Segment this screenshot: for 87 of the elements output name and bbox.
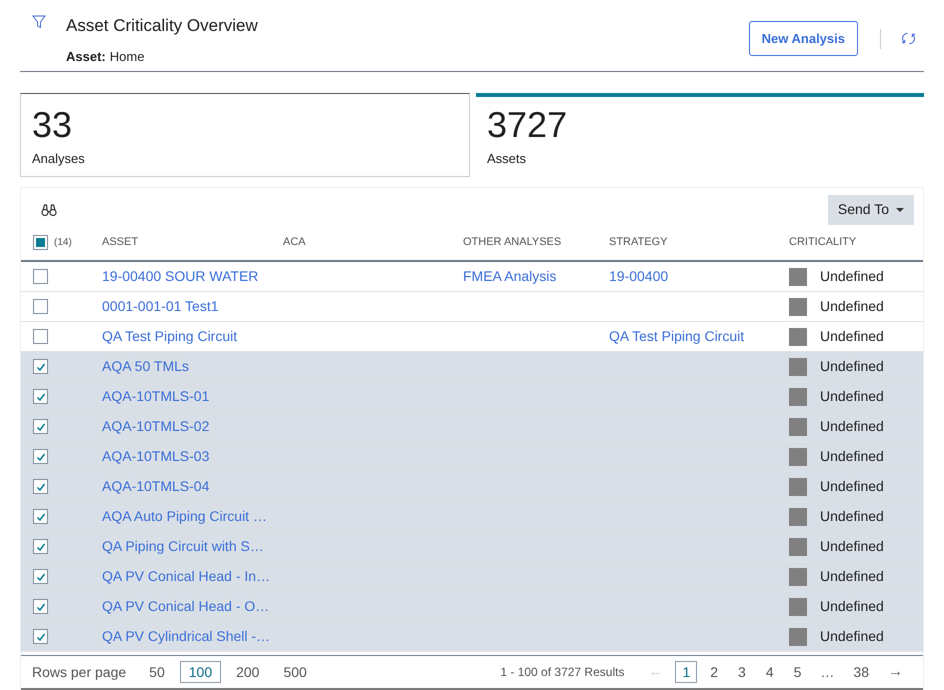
checkmark-icon [36, 392, 46, 402]
card-label: Assets [487, 150, 526, 168]
rows-per-page-label: Rows per page [32, 662, 126, 682]
page-button[interactable]: 3 [731, 661, 753, 683]
checkmark-icon [36, 602, 46, 612]
caret-icon [896, 208, 904, 212]
asset-label: Asset: [66, 48, 106, 66]
criticality-value: Undefined [820, 267, 884, 286]
checkbox[interactable] [33, 509, 48, 524]
column-header[interactable]: ASSET [102, 236, 138, 248]
checkmark-icon [36, 422, 46, 432]
binoculars-icon[interactable] [41, 204, 57, 216]
new-analysis-button[interactable]: New Analysis [748, 21, 858, 56]
criticality-value: Undefined [820, 327, 884, 346]
asset-link[interactable]: QA PV Cylindrical Shell -… [102, 628, 270, 644]
asset-link[interactable]: QA Piping Circuit with S… [102, 538, 264, 554]
criticality-value: Undefined [820, 417, 884, 436]
page-button[interactable]: 2 [703, 661, 726, 683]
strategy-link[interactable]: 19-00400 [609, 268, 668, 284]
card-count: 33 [32, 103, 74, 147]
asset-link[interactable]: 0001-001-01 Test1 [102, 298, 218, 314]
filter-icon[interactable] [32, 15, 46, 29]
asset-link[interactable]: QA PV Conical Head - In… [102, 568, 270, 584]
asset-link[interactable]: AQA-10TMLS-01 [102, 388, 210, 404]
results-count: 1 - 100 of 3727 Results [500, 664, 624, 681]
card-label: Analyses [32, 150, 85, 168]
card-count: 3727 [487, 103, 568, 147]
asset-link[interactable]: AQA-10TMLS-02 [102, 418, 210, 434]
criticality-value: Undefined [820, 567, 884, 586]
criticality-value: Undefined [820, 477, 884, 496]
page-button[interactable]: 38 [846, 661, 876, 683]
column-header[interactable]: CRITICALITY [789, 236, 856, 248]
page-button[interactable]: 1 [675, 661, 698, 683]
page-size-option[interactable]: 200 [227, 661, 268, 683]
asset-link[interactable]: AQA Auto Piping Circuit … [102, 508, 267, 524]
page-size-option[interactable]: 500 [274, 661, 316, 683]
criticality-value: Undefined [820, 387, 884, 406]
selected-count: (14) [54, 236, 72, 250]
criticality-value: Undefined [820, 597, 884, 616]
checkmark-icon [36, 632, 46, 642]
page-button[interactable]: 5 [786, 661, 808, 683]
checkbox[interactable] [33, 629, 48, 644]
checkbox[interactable] [33, 359, 48, 374]
checkbox[interactable] [33, 449, 48, 464]
checkbox[interactable] [33, 539, 48, 554]
criticality-value: Undefined [820, 297, 884, 316]
column-header[interactable]: OTHER ANALYSES [463, 236, 562, 248]
asset-value: Home [110, 48, 144, 66]
page-title: Asset Criticality Overview [66, 15, 258, 37]
checkbox[interactable] [33, 299, 48, 314]
column-header[interactable]: ACA [283, 236, 306, 248]
checkmark-icon [36, 572, 46, 582]
page-size-option[interactable]: 100 [180, 661, 222, 683]
asset-link[interactable]: AQA-10TMLS-04 [102, 478, 210, 494]
asset-link[interactable]: QA Test Piping Circuit [102, 328, 238, 344]
criticality-value: Undefined [820, 627, 884, 646]
page-size-option[interactable]: 50 [140, 661, 174, 683]
asset-link[interactable]: QA PV Conical Head - O… [102, 598, 270, 614]
checkbox[interactable] [33, 329, 48, 344]
checkbox[interactable] [33, 599, 48, 614]
checkmark-icon [36, 482, 46, 492]
page-ellipsis: … [819, 662, 836, 682]
criticality-value: Undefined [820, 537, 884, 556]
checkmark-icon [36, 512, 46, 522]
asset-link[interactable]: 19-00400 SOUR WATER [102, 268, 258, 284]
criticality-value: Undefined [820, 357, 884, 376]
criticality-value: Undefined [820, 447, 884, 466]
send-to-dropdown[interactable]: Send To [828, 194, 914, 224]
checkbox[interactable] [33, 479, 48, 494]
analysis-link[interactable]: FMEA Analysis [463, 268, 556, 284]
checkbox[interactable] [33, 269, 48, 284]
checkbox[interactable] [33, 419, 48, 434]
checkmark-icon [36, 362, 46, 372]
checkmark-icon [36, 452, 46, 462]
next-page-button[interactable]: → [882, 660, 909, 684]
asset-link[interactable]: AQA 50 TMLs [102, 358, 189, 374]
refresh-icon[interactable] [901, 31, 916, 46]
summary-card[interactable]: 33 Analyses [20, 93, 470, 177]
strategy-link[interactable]: QA Test Piping Circuit [609, 328, 744, 344]
column-header[interactable]: STRATEGY [609, 236, 668, 248]
checkbox[interactable] [33, 235, 48, 250]
checkbox[interactable] [33, 569, 48, 584]
asset-link[interactable]: AQA-10TMLS-03 [102, 448, 210, 464]
checkbox[interactable] [33, 389, 48, 404]
checkmark-icon [36, 542, 46, 552]
page-button[interactable]: 4 [758, 661, 781, 683]
criticality-value: Undefined [820, 507, 884, 526]
